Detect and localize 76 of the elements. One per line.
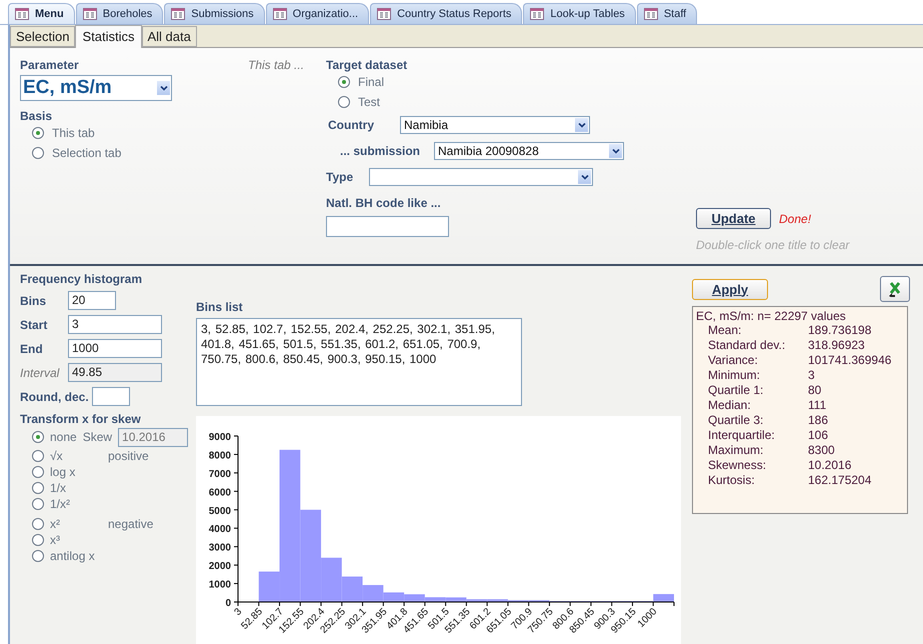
radio-label: x² <box>50 517 61 531</box>
tab-label: Submissions <box>191 8 254 20</box>
bh-code-label: Natl. BH code like ... <box>326 196 442 210</box>
radio-label: x³ <box>50 533 60 547</box>
transform-title: Transform x for skew <box>20 412 142 426</box>
number-field: 49.85 <box>68 363 162 382</box>
statistic-label: Median: <box>708 398 752 413</box>
statistic-value: 3 <box>808 368 816 383</box>
parameter-label: Parameter <box>20 58 80 72</box>
statistic-label: Mean: <box>708 323 742 338</box>
statistic-label: Variance: <box>708 353 759 368</box>
statistic-label: Quartile 1: <box>708 383 764 398</box>
tab-label: Staff <box>664 8 686 20</box>
statistic-label: Standard dev.: <box>708 338 786 353</box>
basis-label: Basis <box>20 109 54 123</box>
tab-label: Menu <box>35 8 64 20</box>
radio-label: Final <box>358 75 384 89</box>
y-tick-label: 6000 <box>208 487 231 498</box>
statistic-value: 80 <box>808 383 822 398</box>
histogram-title: Frequency histogram <box>20 272 144 286</box>
field-label: Bins <box>20 294 48 308</box>
skew-field: 10.2016 <box>118 428 188 446</box>
statistic-label: Skewness: <box>708 458 768 473</box>
submission-label: ... submission <box>339 144 420 158</box>
radio-label: Selection tab <box>52 146 122 160</box>
tab-label: Country Status Reports <box>397 8 512 20</box>
field-label: End <box>20 342 44 356</box>
y-tick-label: 7000 <box>208 468 231 480</box>
country-label: Country <box>327 118 374 132</box>
target-dataset-label: Target dataset <box>326 58 408 72</box>
status-text: Done! <box>779 212 812 226</box>
y-tick-label: 0 <box>225 598 231 609</box>
statistic-value: 318.96923 <box>808 338 866 353</box>
y-tick-label: 2000 <box>208 561 231 572</box>
radio-label: 1/x <box>50 481 66 495</box>
hint-text: Double-click one title to clear <box>696 238 851 252</box>
y-tick-label: 5000 <box>208 506 231 517</box>
field-label: Round, dec. <box>20 390 90 404</box>
statistic-label: Interquartile: <box>708 428 776 443</box>
y-tick-label: 1000 <box>208 580 231 591</box>
radio-label: This tab <box>52 126 95 140</box>
bins-list-label: Bins list <box>196 300 244 314</box>
statistic-value: 10.2016 <box>808 458 852 473</box>
radio-label: √x <box>50 449 64 463</box>
type-label: Type <box>326 170 354 184</box>
x-tick-label: 3 <box>232 606 244 618</box>
statistic-value: 111 <box>808 398 828 413</box>
y-tick-label: 8000 <box>208 450 231 462</box>
statistic-value: 101741.369946 <box>808 353 892 368</box>
skew-label: Skew <box>82 430 112 444</box>
radio-label: log x <box>50 465 76 479</box>
skew-direction-note: positive <box>108 449 149 463</box>
tab-label: Look-up Tables <box>550 8 625 20</box>
statistic-value: 186 <box>808 413 830 428</box>
statistic-label: Quartile 3: <box>708 413 764 428</box>
y-tick-label: 4000 <box>208 524 231 536</box>
skew-direction-note: negative <box>108 517 154 531</box>
radio-label: none <box>50 430 77 444</box>
statistic-value: 162.175204 <box>808 473 872 488</box>
statistic-label: Kurtosis: <box>708 473 756 488</box>
tab-label: Boreholes <box>102 8 152 20</box>
tab-label: Organizatio... <box>292 8 358 20</box>
field-label: Interval <box>20 366 60 380</box>
statistics-header: EC, mS/m: n= 22297 values <box>696 309 847 323</box>
statistic-value: 189.736198 <box>808 323 872 338</box>
y-tick-label: 3000 <box>208 542 231 554</box>
statistic-value: 8300 <box>808 443 836 458</box>
radio-label: Test <box>358 95 380 109</box>
radio-label: 1/x² <box>50 497 70 511</box>
field-label: Start <box>20 318 48 332</box>
y-tick-label: 9000 <box>208 432 231 443</box>
radio-label: antilog x <box>50 549 95 563</box>
this-tab-note: This tab ... <box>248 58 306 72</box>
statistic-label: Minimum: <box>708 368 762 383</box>
statistic-label: Maximum: <box>708 443 764 458</box>
statistic-value: 106 <box>808 428 830 443</box>
